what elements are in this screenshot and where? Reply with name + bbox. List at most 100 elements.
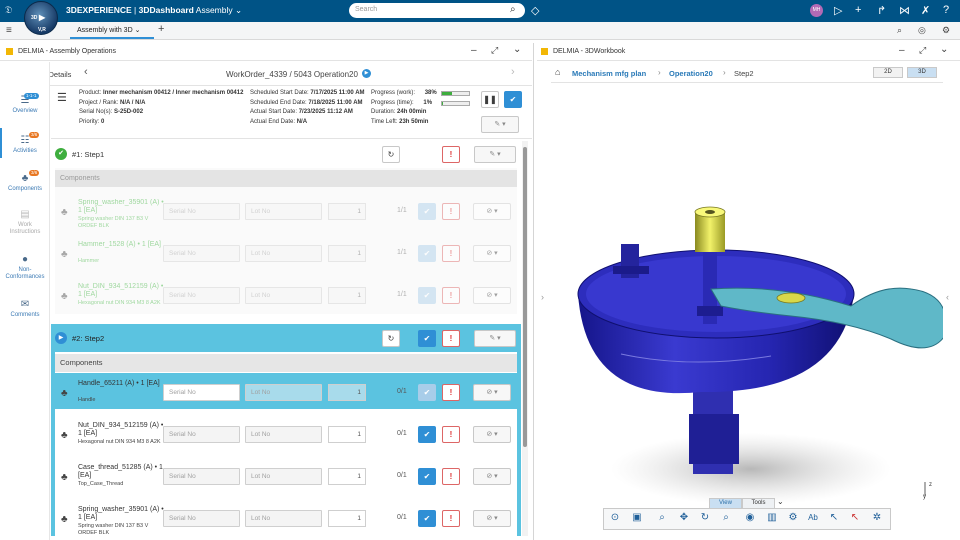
viewer-3d[interactable]: y z	[551, 84, 943, 508]
tools-icon[interactable]: ✗	[921, 4, 930, 17]
scrollbar[interactable]	[522, 141, 528, 536]
add-icon[interactable]: +	[855, 4, 861, 16]
serial-no-input[interactable]: Serial No	[163, 287, 240, 304]
3d-model-view[interactable]: y z	[551, 84, 943, 508]
search-icon[interactable]: ⌕	[510, 4, 516, 15]
maximize-icon[interactable]: ⤢	[491, 45, 498, 56]
serial-no-input[interactable]: Serial No	[163, 468, 240, 485]
serial-no-input[interactable]: Serial No	[163, 384, 240, 401]
action-dropdown[interactable]: ⊘ ▾	[473, 203, 511, 220]
chevron-down-icon[interactable]: ⌄	[513, 44, 521, 55]
minimize-icon[interactable]: –	[471, 45, 477, 56]
report-issue-button[interactable]: !	[442, 426, 460, 443]
confirm-button[interactable]: ✔	[418, 384, 436, 401]
chevron-down-icon[interactable]: ⌄	[777, 497, 784, 506]
report-issue-button[interactable]: !	[442, 330, 460, 347]
sidebar-item-components[interactable]: ♣ Components 3/6	[0, 170, 50, 193]
home-icon[interactable]: ⌂	[555, 67, 560, 77]
tag-icon[interactable]: ◇	[531, 4, 539, 17]
chevron-down-icon[interactable]: ⌄	[135, 27, 141, 34]
action-dropdown[interactable]: ⊘ ▾	[473, 510, 511, 527]
annotation-icon[interactable]: Ab	[805, 510, 821, 526]
next-icon[interactable]: ›	[511, 66, 515, 78]
lot-no-input[interactable]: Lot No	[245, 287, 322, 304]
rotate-icon[interactable]: ↻	[697, 510, 713, 526]
action-dropdown[interactable]: ⊘ ▾	[473, 384, 511, 401]
panel-splitter[interactable]	[533, 43, 534, 540]
avatar[interactable]: MH	[810, 4, 823, 17]
pause-button[interactable]: ❚❚	[481, 91, 499, 108]
scrollbar-thumb[interactable]	[523, 147, 527, 447]
network-icon[interactable]: ⋈	[899, 4, 910, 17]
attach-dropdown[interactable]: ✎ ▾	[474, 330, 516, 347]
complete-button[interactable]: ✔	[504, 91, 522, 108]
search-people-icon[interactable]: ⌕	[897, 25, 902, 36]
zoom-area-icon[interactable]: ⌕	[718, 510, 734, 526]
refresh-button[interactable]: ↻	[382, 146, 400, 163]
sidebar-item-non-conformances[interactable]: ● Non-Conformances	[0, 255, 50, 281]
explode-icon[interactable]: ✲	[869, 510, 885, 526]
sidebar-item-overview[interactable]: ☰ Overview 1-1-1	[0, 93, 50, 115]
attach-dropdown[interactable]: ✎ ▾	[481, 116, 519, 133]
lot-no-input[interactable]: Lot No	[245, 426, 322, 443]
confirm-button[interactable]: ✔	[418, 287, 436, 304]
serial-no-input[interactable]: Serial No	[163, 245, 240, 262]
snapshot-icon[interactable]: ▣	[629, 510, 645, 526]
step2-header[interactable]: ▶ #2: Step2 ↻ ✔ ! ✎ ▾	[51, 324, 521, 352]
sidebar-item-activities[interactable]: ☷ Activities 3/6	[0, 132, 50, 155]
collapse-left-icon[interactable]: ›	[541, 292, 544, 302]
sidebar-item-work-instructions[interactable]: ▤ Work Instructions	[0, 210, 50, 236]
report-issue-button[interactable]: !	[442, 245, 460, 262]
lot-no-input[interactable]: Lot No	[245, 245, 322, 262]
add-tab-icon[interactable]: +	[158, 23, 164, 35]
lot-no-input[interactable]: Lot No	[245, 468, 322, 485]
play-icon[interactable]: ▷	[834, 4, 842, 17]
breadcrumb-link[interactable]: Operation20	[669, 69, 713, 78]
chevron-down-icon[interactable]: ⌄	[235, 5, 242, 15]
quantity-input[interactable]: 1	[328, 510, 366, 527]
share-icon[interactable]: ↱	[877, 4, 886, 17]
quantity-input[interactable]: 1	[328, 203, 366, 220]
report-issue-button[interactable]: !	[442, 203, 460, 220]
report-issue-button[interactable]: !	[442, 384, 460, 401]
confirm-button[interactable]: ✔	[418, 426, 436, 443]
search-input[interactable]: Search	[349, 3, 525, 18]
view-mode-icon[interactable]: ◉	[742, 510, 758, 526]
lot-no-input[interactable]: Lot No	[245, 203, 322, 220]
select-icon[interactable]: ↖	[826, 510, 842, 526]
hide-icon[interactable]: ↖	[847, 510, 863, 526]
quantity-input[interactable]: 1	[328, 384, 366, 401]
confirm-button[interactable]: ✔	[418, 510, 436, 527]
chevron-down-icon[interactable]: ⌄	[940, 44, 948, 55]
dashboard-tab-name[interactable]: Assembly	[196, 5, 233, 15]
report-issue-button[interactable]: !	[442, 468, 460, 485]
confirm-button[interactable]: ✔	[418, 468, 436, 485]
mode-2d-button[interactable]: 2D	[873, 67, 903, 78]
mode-3d-button[interactable]: 3D	[907, 67, 937, 78]
report-issue-button[interactable]: !	[442, 510, 460, 527]
action-dropdown[interactable]: ⊘ ▾	[473, 245, 511, 262]
tab-assembly-with-3d[interactable]: Assembly with 3D ⌄	[70, 22, 154, 39]
breadcrumb-link[interactable]: Mechanism mfg plan	[572, 69, 646, 78]
report-issue-button[interactable]: !	[442, 287, 460, 304]
confirm-button[interactable]: ✔	[418, 245, 436, 262]
help-icon[interactable]: ?	[943, 4, 949, 16]
play-operation-icon[interactable]: ▶	[362, 69, 371, 78]
measure-icon[interactable]: ⚙	[785, 510, 801, 526]
ds-logo-icon[interactable]: 𝔇	[5, 4, 18, 17]
action-dropdown[interactable]: ⊘ ▾	[473, 468, 511, 485]
settings-icon[interactable]: ⚙	[942, 25, 950, 36]
lot-no-input[interactable]: Lot No	[245, 510, 322, 527]
lot-no-input[interactable]: Lot No	[245, 384, 322, 401]
step1-header[interactable]: ✔ #1: Step1 ↻ ! ✎ ▾	[51, 141, 521, 168]
confirm-button[interactable]: ✔	[418, 203, 436, 220]
sidebar-item-comments[interactable]: ✉ Comments	[0, 300, 50, 319]
serial-no-input[interactable]: Serial No	[163, 426, 240, 443]
cast-icon[interactable]: ◎	[918, 25, 926, 36]
pan-icon[interactable]: ✥	[676, 510, 692, 526]
quantity-input[interactable]: 1	[328, 287, 366, 304]
minimize-icon[interactable]: –	[899, 45, 905, 56]
fit-all-icon[interactable]: ⊙	[607, 510, 623, 526]
maximize-icon[interactable]: ⤢	[919, 45, 926, 56]
quantity-input[interactable]: 1	[328, 426, 366, 443]
